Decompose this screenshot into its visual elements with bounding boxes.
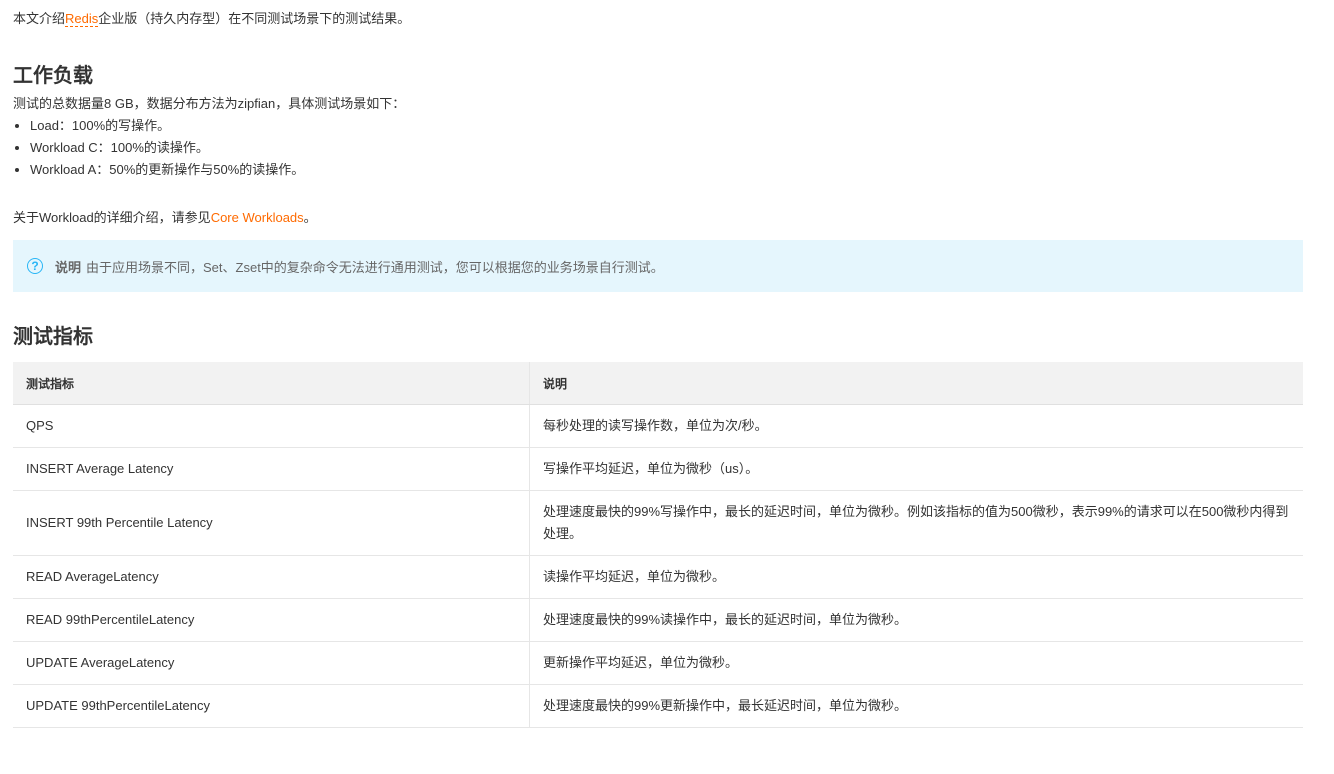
table-row: READ AverageLatency 读操作平均延迟，单位为微秒。 [13,555,1303,599]
metric-name: INSERT 99th Percentile Latency [13,490,530,556]
intro-before: 本文介绍 [13,11,66,26]
more-before: 关于Workload的详细介绍，请参见 [13,210,211,225]
metric-name: READ AverageLatency [13,555,530,599]
workload-description: 测试的总数据量8 GB，数据分布方法为zipfian，具体测试场景如下： [13,96,406,111]
metric-name: INSERT Average Latency [13,447,530,491]
table-header-row: 测试指标 说明 [13,362,1303,405]
table-row: QPS 每秒处理的读写操作数，单位为次/秒。 [13,404,1303,448]
note-label: 说明 [55,259,82,275]
metric-name: READ 99thPercentileLatency [13,598,530,642]
list-item: Workload A：50%的更新操作与50%的读操作。 [30,159,304,181]
metric-description: 更新操作平均延迟，单位为微秒。 [529,641,1303,685]
table-row: READ 99thPercentileLatency 处理速度最快的99%读操作中… [13,598,1303,642]
workload-heading: 工作负载 [13,65,93,87]
workload-list: Load：100%的写操作。 Workload C：100%的读操作。 Work… [0,115,304,181]
note-text: 由于应用场景不同，Set、Zset中的复杂命令无法进行通用测试，您可以根据您的业… [86,259,664,275]
core-workloads-link[interactable]: Core Workloads [211,210,304,225]
metric-name: UPDATE 99thPercentileLatency [13,684,530,728]
table-row: UPDATE 99thPercentileLatency 处理速度最快的99%更新… [13,684,1303,728]
intro-after: 企业版（持久内存型）在不同测试场景下的测试结果。 [98,11,411,26]
intro-text: 本文介绍Redis企业版（持久内存型）在不同测试场景下的测试结果。 [13,8,410,30]
header-description: 说明 [529,362,1303,405]
metric-description: 处理速度最快的99%更新操作中，最长延迟时间，单位为微秒。 [529,684,1303,728]
note-box: ? 说明 由于应用场景不同，Set、Zset中的复杂命令无法进行通用测试，您可以… [13,240,1303,292]
metric-description: 写操作平均延迟，单位为微秒（us）。 [529,447,1303,491]
list-item: Workload C：100%的读操作。 [30,137,304,159]
metrics-heading: 测试指标 [13,326,93,348]
question-circle-icon: ? [27,258,43,274]
redis-link[interactable]: Redis [65,11,99,27]
table-row: UPDATE AverageLatency 更新操作平均延迟，单位为微秒。 [13,641,1303,685]
workload-more: 关于Workload的详细介绍，请参见Core Workloads。 [13,207,317,229]
list-item: Load：100%的写操作。 [30,115,304,137]
metric-description: 每秒处理的读写操作数，单位为次/秒。 [529,404,1303,448]
metric-name: QPS [13,404,530,448]
metric-description: 读操作平均延迟，单位为微秒。 [529,555,1303,599]
metrics-table: 测试指标 说明 QPS 每秒处理的读写操作数，单位为次/秒。 INSERT Aver… [13,362,1303,728]
metric-description: 处理速度最快的99%写操作中，最长的延迟时间，单位为微秒。例如该指标的值为500… [529,490,1303,556]
table-row: INSERT 99th Percentile Latency 处理速度最快的99%… [13,490,1303,556]
header-metric: 测试指标 [13,362,530,405]
metric-name: UPDATE AverageLatency [13,641,530,685]
more-after: 。 [303,210,317,225]
metric-description: 处理速度最快的99%读操作中，最长的延迟时间，单位为微秒。 [529,598,1303,642]
table-row: INSERT Average Latency 写操作平均延迟，单位为微秒（us）。 [13,447,1303,491]
